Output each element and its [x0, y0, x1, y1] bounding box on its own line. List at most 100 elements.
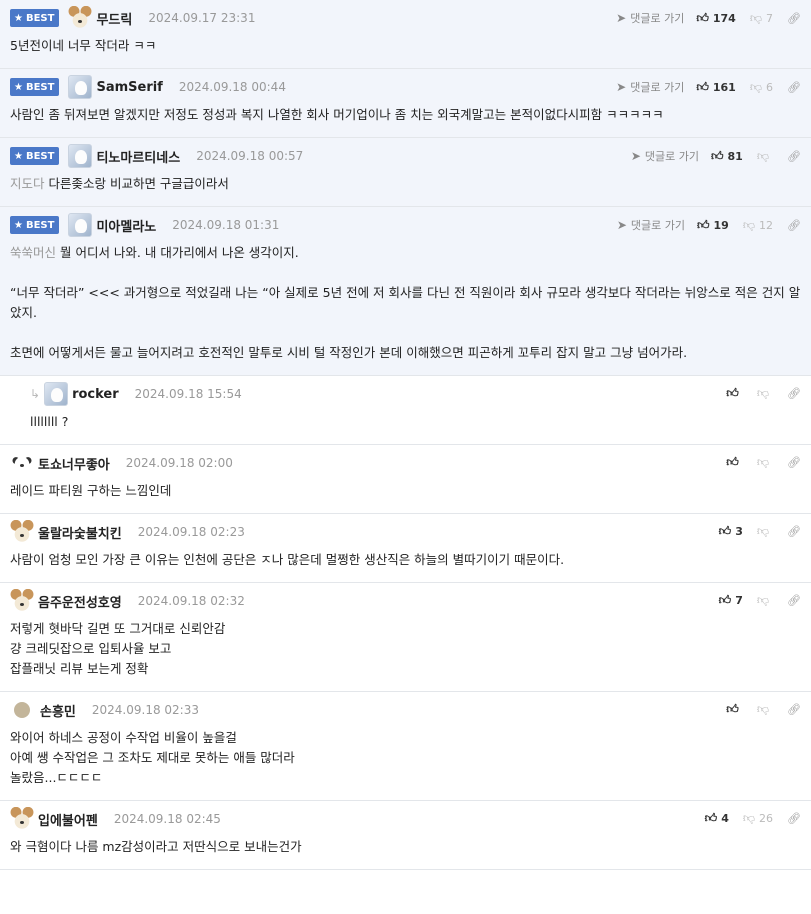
comment-body: 뭘 어디서 나와. 내 대가리에서 나온 생각이지. “너무 작더라” <<< … — [10, 245, 801, 360]
comment-date: 2024.09.18 00:57 — [196, 149, 304, 163]
link-icon[interactable]: 🔗︎ — [787, 703, 801, 716]
upvote-button[interactable]: 👍︎ 81 — [711, 149, 743, 164]
author-name[interactable]: 미아멜라노 — [96, 216, 156, 235]
go-to-reply-link[interactable]: ➤ 댓글로 가기 — [631, 148, 699, 164]
downvote-button[interactable]: 👎︎ — [757, 386, 773, 401]
downvote-button[interactable]: 👎︎ — [757, 593, 773, 608]
author-name[interactable]: 토쇼너무좋아 — [38, 454, 110, 473]
downvote-button[interactable]: 👎︎ 7 — [750, 11, 773, 26]
downvote-button[interactable]: 👎︎ 6 — [750, 80, 773, 95]
author-name[interactable]: 무드릭 — [96, 9, 132, 28]
avatar[interactable] — [10, 520, 34, 544]
downvote-button[interactable]: 👎︎ — [757, 455, 773, 470]
avatar[interactable] — [14, 702, 30, 718]
author-name[interactable]: SamSerif — [96, 80, 162, 95]
avatar[interactable] — [10, 589, 34, 613]
downvote-count: 26 — [759, 812, 774, 825]
thumbs-up-icon: 👍︎ — [726, 702, 739, 716]
author-name[interactable]: 손흥민 — [40, 701, 76, 720]
link-icon[interactable]: 🔗︎ — [787, 594, 801, 607]
avatar[interactable] — [68, 75, 93, 99]
comment-text: 지도다 다른좆소랑 비교하면 구글급이라서 — [10, 174, 801, 206]
author-name[interactable]: 음주운전성호영 — [38, 592, 122, 611]
upvote-count: 19 — [713, 218, 729, 232]
upvote-button[interactable]: 👍︎ — [726, 702, 743, 717]
downvote-button[interactable]: 👎︎ 26 — [743, 811, 773, 826]
link-icon[interactable]: 🔗︎ — [787, 456, 801, 469]
reply-arrow-icon: ↳ — [30, 387, 41, 401]
link-icon[interactable]: 🔗︎ — [787, 12, 801, 25]
avatar[interactable] — [10, 807, 34, 831]
best-label: BEST — [25, 12, 55, 24]
comment-date: 2024.09.18 15:54 — [134, 387, 242, 401]
avatar[interactable] — [10, 451, 34, 475]
thumbs-up-icon: 👍︎ — [704, 811, 718, 825]
comment-actions: 👍︎ 👎︎ 🔗︎ — [726, 702, 801, 717]
comment-actions: ➤ 댓글로 가기 👍︎ 19 👎︎ 12 🔗︎ — [617, 217, 801, 233]
comment-item: 음주운전성호영 2024.09.18 02:32 👍︎ 7 👎︎ 🔗︎ 저렇게 혓… — [0, 583, 811, 692]
link-icon[interactable]: 🔗︎ — [787, 525, 801, 538]
link-icon[interactable]: 🔗︎ — [787, 150, 801, 163]
author-name[interactable]: 울랄라숯불치킨 — [38, 523, 122, 542]
comment-list: ★ BEST 무드릭 2024.09.17 23:31 ➤ 댓글로 가기 👍︎ 174… — [0, 0, 811, 870]
comment-body: llllllll ? — [30, 414, 69, 429]
link-icon[interactable]: 🔗︎ — [787, 387, 801, 400]
author-name[interactable]: 입에불어펜 — [38, 810, 98, 829]
comment-actions: 👍︎ 👎︎ 🔗︎ — [726, 455, 801, 470]
downvote-button[interactable]: 👎︎ — [757, 149, 773, 164]
comment-header: 울랄라숯불치킨 2024.09.18 02:23 👍︎ 3 👎︎ 🔗︎ — [10, 514, 801, 550]
downvote-count: 6 — [766, 80, 774, 94]
avatar[interactable] — [68, 213, 93, 237]
thumbs-up-icon: 👍︎ — [726, 386, 739, 400]
star-icon: ★ — [14, 81, 23, 93]
comment-text: 와이어 하네스 공정이 수작업 비율이 높을걸 아예 쌩 수작업은 그 조차도 … — [10, 728, 801, 800]
author-name[interactable]: rocker — [72, 387, 119, 402]
upvote-button[interactable]: 👍︎ 3 — [719, 524, 743, 539]
comment-date: 2024.09.18 01:31 — [172, 218, 280, 232]
best-badge: ★ BEST — [10, 216, 60, 234]
comment-item: ★ BEST 미아멜라노 2024.09.18 01:31 ➤ 댓글로 가기 👍︎ 1… — [0, 207, 811, 376]
upvote-button[interactable]: 👍︎ — [726, 386, 743, 401]
thumbs-up-icon: 👍︎ — [718, 593, 732, 607]
comment-date: 2024.09.18 02:00 — [125, 456, 233, 470]
comment-date: 2024.09.17 23:31 — [148, 11, 256, 25]
comment-item: ★ BEST 무드릭 2024.09.17 23:31 ➤ 댓글로 가기 👍︎ 174… — [0, 0, 811, 69]
comment-header: ★ BEST SamSerif 2024.09.18 00:44 ➤ 댓글로 가기 … — [10, 69, 801, 105]
avatar[interactable] — [68, 6, 93, 30]
comment-header: ★ BEST 무드릭 2024.09.17 23:31 ➤ 댓글로 가기 👍︎ 174… — [10, 0, 801, 36]
downvote-button[interactable]: 👎︎ — [757, 702, 773, 717]
link-icon[interactable]: 🔗︎ — [787, 219, 801, 232]
thumbs-up-icon: 👍︎ — [726, 455, 739, 469]
link-icon[interactable]: 🔗︎ — [787, 812, 801, 825]
thumbs-down-icon: 👎︎ — [756, 148, 770, 163]
comment-header: ★ BEST 미아멜라노 2024.09.18 01:31 ➤ 댓글로 가기 👍︎ 1… — [10, 207, 801, 243]
comment-header: 손흥민 2024.09.18 02:33 👍︎ 👎︎ 🔗︎ — [10, 692, 801, 728]
comment-body: 사람이 엄청 모인 가장 큰 이유는 인천에 공단은 ㅈ나 많은데 멀쩡한 생산… — [10, 552, 565, 567]
upvote-count: 4 — [721, 812, 729, 825]
upvote-button[interactable]: 👍︎ 174 — [696, 11, 736, 26]
comment-actions: 👍︎ 👎︎ 🔗︎ — [726, 386, 801, 401]
avatar[interactable] — [68, 144, 93, 168]
go-to-reply-link[interactable]: ➤ 댓글로 가기 — [616, 10, 684, 26]
send-arrow-icon: ➤ — [616, 11, 627, 25]
quoted-user[interactable]: 지도다 — [10, 176, 45, 191]
comment-date: 2024.09.18 02:33 — [91, 703, 199, 717]
upvote-button[interactable]: 👍︎ 19 — [697, 218, 729, 233]
go-to-reply-link[interactable]: ➤ 댓글로 가기 — [616, 79, 684, 95]
avatar[interactable] — [44, 382, 69, 406]
upvote-count: 7 — [735, 594, 743, 607]
go-to-reply-link[interactable]: ➤ 댓글로 가기 — [617, 217, 685, 233]
star-icon: ★ — [14, 12, 23, 24]
quoted-user[interactable]: 쑥쑥머신 — [10, 245, 56, 260]
comment-item: ★ BEST 티노마르티네스 2024.09.18 00:57 ➤ 댓글로 가기 👍… — [0, 138, 811, 207]
upvote-button[interactable]: 👍︎ 7 — [719, 593, 743, 608]
downvote-button[interactable]: 👎︎ — [757, 524, 773, 539]
upvote-button[interactable]: 👍︎ 161 — [696, 80, 736, 95]
downvote-button[interactable]: 👎︎ 12 — [743, 218, 773, 233]
upvote-button[interactable]: 👍︎ — [726, 455, 743, 470]
comment-actions: ➤ 댓글로 가기 👍︎ 174 👎︎ 7 🔗︎ — [616, 10, 801, 26]
go-to-reply-label: 댓글로 가기 — [630, 219, 685, 232]
upvote-button[interactable]: 👍︎ 4 — [705, 811, 729, 826]
link-icon[interactable]: 🔗︎ — [787, 81, 801, 94]
author-name[interactable]: 티노마르티네스 — [96, 147, 180, 166]
